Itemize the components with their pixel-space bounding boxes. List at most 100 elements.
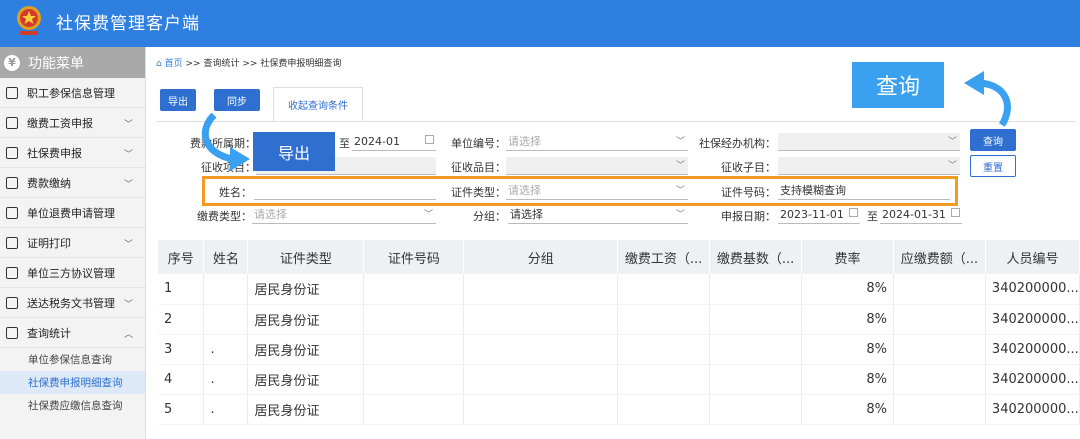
column-header[interactable]: 证件号码 xyxy=(363,240,465,274)
report-date-to-value: 2024-01-31 xyxy=(882,208,946,221)
sidebar-subitem[interactable]: 社保费应缴信息查询 xyxy=(0,394,145,417)
breadcrumb-sep: >> xyxy=(185,59,201,69)
chevron-down-icon: ﹀ xyxy=(123,120,133,130)
sidebar-subitem[interactable]: 社保费申报明细查询 xyxy=(0,371,145,394)
sidebar-item-label: 单位退费申请管理 xyxy=(27,206,115,220)
chevron-down-icon: ﹀ xyxy=(675,137,685,147)
group-value: 请选择 xyxy=(510,208,543,221)
table-cell xyxy=(617,304,711,335)
sidebar-item[interactable]: 职工参保信息管理 xyxy=(0,78,145,108)
table-cell xyxy=(709,394,803,425)
report-date-to-input[interactable]: 2024-01-31 xyxy=(880,206,962,224)
sidebar-item-label: 费款缴纳 xyxy=(27,176,71,190)
sidebar-subitem[interactable]: 单位参保信息查询 xyxy=(0,348,145,371)
export-button[interactable]: 导出 xyxy=(160,89,196,111)
product-select[interactable]: ﹀ xyxy=(506,157,688,175)
column-header[interactable]: 人员编号 xyxy=(985,240,1080,274)
table-cell: 居民身份证 xyxy=(247,364,365,395)
pay-type-select[interactable]: 请选择 ﹀ xyxy=(252,206,436,224)
table-cell: 1 xyxy=(158,274,205,305)
report-date-to-sep: 至 xyxy=(867,210,878,223)
breadcrumb-level1[interactable]: 查询统计 xyxy=(203,59,239,69)
sync-button[interactable]: 同步 xyxy=(214,89,260,111)
sidebar-item[interactable]: 费款缴纳 ﹀ xyxy=(0,168,145,198)
query-button[interactable]: 查询 xyxy=(970,129,1016,151)
table-row[interactable]: 1 居民身份证 8% 340200000... xyxy=(158,274,1080,305)
agency-label: 社保经办机构： xyxy=(699,137,776,150)
column-header[interactable]: 证件类型 xyxy=(247,240,365,274)
table-cell: 3 xyxy=(158,334,205,365)
calendar-icon[interactable] xyxy=(849,208,858,217)
curved-arrow-icon xyxy=(201,113,250,171)
column-header[interactable]: 缴费工资（... xyxy=(617,240,711,274)
pay-type-label: 缴费类型： xyxy=(197,210,252,223)
group-label: 分组： xyxy=(473,210,506,223)
report-date-label: 申报日期： xyxy=(721,210,776,223)
table-row[interactable]: 3. 居民身份证 8% 340200000... xyxy=(158,334,1080,365)
table-cell xyxy=(893,334,986,365)
breadcrumb-level2: 社保费申报明细查询 xyxy=(260,59,342,69)
subitem-label: 征收子目： xyxy=(721,161,776,174)
fee-period-end-value: 2024-01 xyxy=(354,135,400,148)
report-date-from-input[interactable]: 2023-11-01 xyxy=(778,206,860,224)
sidebar-item-label: 单位三方协议管理 xyxy=(27,266,115,280)
column-header[interactable]: 缴费基数（... xyxy=(709,240,803,274)
results-table: 序号 姓名 证件类型 证件号码 分组 缴费工资（... 缴费基数（... 费率 应缴费额（...… xyxy=(158,240,1080,425)
table-cell: 5 xyxy=(158,394,205,425)
fee-period-end-input[interactable]: 2024-01 xyxy=(352,133,436,151)
table-cell xyxy=(463,394,619,425)
menu-item-icon xyxy=(6,176,18,189)
table-cell: . xyxy=(203,364,249,395)
table-cell xyxy=(709,364,803,395)
table-cell xyxy=(463,304,619,335)
menu-item-icon xyxy=(6,86,18,99)
table-cell xyxy=(893,394,986,425)
column-header[interactable]: 分组 xyxy=(463,240,619,274)
sidebar-item-label: 查询统计 xyxy=(27,326,71,340)
chevron-down-icon: ﹀ xyxy=(675,210,685,220)
sidebar-item-label: 送达税务文书管理 xyxy=(27,296,115,310)
sidebar-item-label: 缴费工资申报 xyxy=(27,116,93,130)
sidebar-item[interactable]: 证明打印 ﹀ xyxy=(0,228,145,258)
table-cell xyxy=(363,364,465,395)
sidebar-item[interactable]: 送达税务文书管理 ﹀ xyxy=(0,288,145,318)
unit-code-select[interactable]: 请选择 ﹀ xyxy=(506,133,688,151)
table-row[interactable]: 5. 居民身份证 8% 340200000... xyxy=(158,394,1080,425)
tab-collapse-query[interactable]: 收起查询条件 xyxy=(273,87,363,121)
calendar-icon[interactable] xyxy=(425,135,434,144)
table-cell: 340200000... xyxy=(985,274,1080,305)
sidebar-item[interactable]: 单位三方协议管理 xyxy=(0,258,145,288)
column-header[interactable]: 应缴费额（... xyxy=(893,240,986,274)
agency-select[interactable]: ﹀ xyxy=(778,133,960,151)
table-cell: 340200000... xyxy=(985,334,1080,365)
table-cell xyxy=(463,334,619,365)
column-header[interactable]: 姓名 xyxy=(203,240,249,274)
curved-arrow-icon xyxy=(964,71,1011,127)
reset-button[interactable]: 重置 xyxy=(970,155,1016,177)
table-cell xyxy=(363,334,465,365)
sidebar-item[interactable]: 单位退费申请管理 xyxy=(0,198,145,228)
table-cell xyxy=(709,274,803,305)
table-cell: 8% xyxy=(801,394,894,425)
table-cell xyxy=(893,364,986,395)
table-row[interactable]: 2 居民身份证 8% 340200000... xyxy=(158,304,1080,335)
sidebar-item[interactable]: 社保费申报 ﹀ xyxy=(0,138,145,168)
sidebar: ¥ 功能菜单 职工参保信息管理 缴费工资申报 ﹀ 社保费申报 ﹀ 费款缴纳 ﹀ 单位退费申请管… xyxy=(0,47,146,439)
table-row[interactable]: 4. 居民身份证 8% 340200000... xyxy=(158,364,1080,395)
column-header[interactable]: 费率 xyxy=(801,240,894,274)
table-cell xyxy=(463,364,619,395)
table-cell: 2 xyxy=(158,304,205,335)
product-label: 征收品目： xyxy=(451,161,506,174)
sidebar-item[interactable]: 查询统计 ︿ xyxy=(0,318,145,348)
menu-item-icon xyxy=(6,296,18,309)
calendar-icon[interactable] xyxy=(951,208,960,217)
table-cell xyxy=(363,274,465,305)
sidebar-item[interactable]: 缴费工资申报 ﹀ xyxy=(0,108,145,138)
group-select[interactable]: 请选择 ﹀ xyxy=(508,206,688,224)
breadcrumb-home[interactable]: 首页 xyxy=(165,59,183,69)
column-header[interactable]: 序号 xyxy=(158,240,205,274)
table-cell xyxy=(203,304,249,335)
unit-code-label: 单位编号： xyxy=(451,137,506,150)
table-cell: 8% xyxy=(801,304,894,335)
subitem-select[interactable]: ﹀ xyxy=(778,157,960,175)
